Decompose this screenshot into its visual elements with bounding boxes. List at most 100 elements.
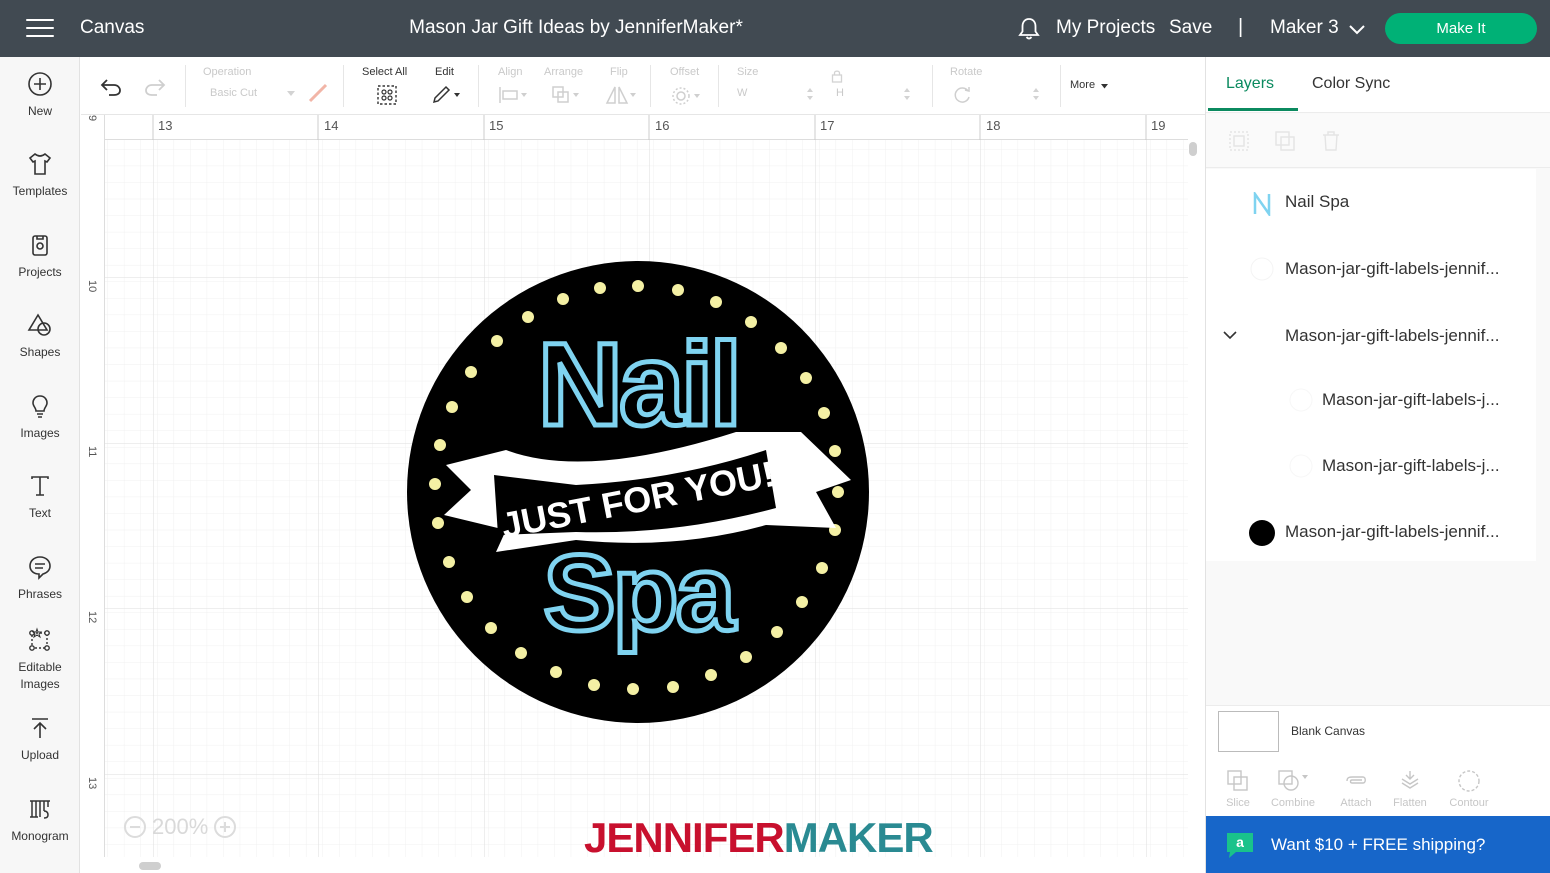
sidebar-item-projects[interactable]: Projects xyxy=(0,232,80,281)
tab-color-sync[interactable]: Color Sync xyxy=(1312,75,1390,93)
pen-color-icon[interactable] xyxy=(307,82,329,104)
border-dot xyxy=(465,366,477,378)
border-dot xyxy=(515,647,527,659)
sidebar-label: Text xyxy=(28,506,51,520)
layer-row-nail-spa[interactable]: Nail Spa xyxy=(1206,182,1536,222)
layer-row-child[interactable]: Mason-jar-gift-labels-j... xyxy=(1206,446,1536,486)
design-canvas[interactable]: Nail JUST FOR YOU! Spa JENNIFERMAKER xyxy=(81,115,1188,857)
sidebar-item-images[interactable]: Images xyxy=(0,393,80,442)
duplicate-icon[interactable] xyxy=(1274,130,1296,152)
ruler-tick-label: 13 xyxy=(86,777,98,790)
flip-label: Flip xyxy=(610,66,628,78)
zoom-in-icon[interactable] xyxy=(214,816,237,838)
slice-button[interactable]: Slice xyxy=(1220,769,1256,809)
lock-icon[interactable] xyxy=(831,69,843,83)
horizontal-scrollbar[interactable] xyxy=(139,862,161,870)
blank-layer-icon xyxy=(1289,454,1313,478)
nail-spa-design[interactable]: Nail JUST FOR YOU! Spa xyxy=(406,260,870,724)
flatten-label: Flatten xyxy=(1393,797,1427,809)
make-it-button[interactable]: Make It xyxy=(1385,13,1537,44)
layer-row-child[interactable]: Mason-jar-gift-labels-j... xyxy=(1206,380,1536,420)
width-field[interactable]: W xyxy=(737,87,747,99)
blank-canvas-swatch[interactable] xyxy=(1218,711,1279,752)
redo-icon[interactable] xyxy=(143,77,167,97)
promo-banner[interactable]: a Want $10 + FREE shipping? xyxy=(1206,816,1550,873)
sidebar-item-templates[interactable]: Templates xyxy=(0,151,80,200)
ruler-tick-label: 12 xyxy=(86,611,98,624)
combine-label: Combine xyxy=(1270,797,1316,809)
arrange-icon[interactable] xyxy=(551,85,583,105)
edit-pen-icon[interactable] xyxy=(431,85,463,105)
select-all-icon[interactable] xyxy=(376,84,398,106)
contour-button[interactable]: Contour xyxy=(1444,769,1494,809)
align-icon[interactable] xyxy=(498,85,530,105)
zoom-out-icon[interactable] xyxy=(124,816,146,838)
sidebar-item-text[interactable]: Text xyxy=(0,473,80,522)
rotate-stepper-icon[interactable] xyxy=(1032,87,1040,101)
sidebar-label: Phrases xyxy=(17,587,63,601)
chevron-down-icon[interactable] xyxy=(1223,330,1237,340)
promo-chat-icon: a xyxy=(1227,833,1253,858)
sidebar-item-editable-images[interactable]: Editable Images xyxy=(0,627,80,693)
trash-icon[interactable] xyxy=(1320,130,1342,152)
border-dot xyxy=(557,293,569,305)
machine-selector[interactable]: Maker 3 xyxy=(1270,17,1339,39)
attach-button[interactable]: Attach xyxy=(1336,769,1376,809)
save-button[interactable]: Save xyxy=(1169,17,1212,39)
sidebar-item-phrases[interactable]: Phrases xyxy=(0,554,80,603)
layer-row[interactable]: Mason-jar-gift-labels-jennif... xyxy=(1206,249,1536,289)
arrange-label: Arrange xyxy=(544,66,584,78)
sidebar-item-new[interactable]: New xyxy=(0,71,80,120)
operation-dropdown[interactable]: Basic Cut xyxy=(210,87,257,99)
zoom-control: 200% xyxy=(124,812,237,842)
border-dot xyxy=(446,401,458,413)
topbar-separator: | xyxy=(1238,16,1244,38)
border-dot xyxy=(588,679,600,691)
blank-canvas-row[interactable]: Blank Canvas xyxy=(1206,705,1550,761)
vertical-scrollbar[interactable] xyxy=(1189,142,1197,156)
chevron-down-icon[interactable] xyxy=(1348,20,1366,38)
operation-label: Operation xyxy=(203,66,252,78)
text-icon xyxy=(31,476,49,496)
jennifermaker-watermark: JENNIFERMAKER xyxy=(584,814,934,857)
layer-name: Mason-jar-gift-labels-j... xyxy=(1322,390,1500,409)
flip-icon[interactable] xyxy=(604,85,638,105)
sidebar-item-monogram[interactable]: Monogram xyxy=(0,796,80,845)
contour-label: Contour xyxy=(1449,797,1489,809)
more-menu[interactable]: More xyxy=(1070,79,1095,91)
undo-icon[interactable] xyxy=(99,77,123,97)
height-stepper-icon[interactable] xyxy=(903,87,911,101)
group-icon[interactable] xyxy=(1228,130,1250,152)
speech-bubble-icon xyxy=(29,556,51,580)
watermark-maker: MAKER xyxy=(783,814,934,857)
ruler-ticks xyxy=(152,115,1147,140)
combine-icon xyxy=(1278,770,1308,791)
edit-toolbar: Operation Basic Cut Select All Edit Alig… xyxy=(81,57,1205,115)
layer-row-group[interactable]: Mason-jar-gift-labels-jennif... xyxy=(1206,316,1536,356)
bell-icon[interactable] xyxy=(1016,16,1042,42)
plus-circle-icon xyxy=(28,72,52,96)
layer-row[interactable]: Mason-jar-gift-labels-jennif... xyxy=(1206,512,1536,552)
panel-tabs: Layers Color Sync xyxy=(1206,57,1550,113)
border-dot xyxy=(627,683,639,695)
height-field[interactable]: H xyxy=(836,87,844,99)
offset-icon[interactable] xyxy=(670,85,704,107)
border-dot xyxy=(710,296,722,308)
sidebar-label: New xyxy=(27,104,52,118)
border-dot xyxy=(485,622,497,634)
flatten-button[interactable]: Flatten xyxy=(1390,769,1430,809)
edit-label: Edit xyxy=(435,66,454,78)
shapes-icon xyxy=(27,313,51,336)
my-projects-link[interactable]: My Projects xyxy=(1056,17,1155,39)
sidebar-item-shapes[interactable]: Shapes xyxy=(0,312,80,361)
combine-button[interactable]: Combine xyxy=(1268,769,1318,809)
layer-name: Mason-jar-gift-labels-jennif... xyxy=(1285,259,1500,278)
width-stepper-icon[interactable] xyxy=(806,87,814,101)
toolbar-divider xyxy=(478,65,479,107)
border-dot xyxy=(800,372,812,384)
rotate-icon[interactable] xyxy=(951,85,973,105)
tab-layers[interactable]: Layers xyxy=(1226,75,1274,93)
sidebar-item-upload[interactable]: Upload xyxy=(0,715,80,764)
sidebar-label: Images xyxy=(20,677,60,691)
border-dot xyxy=(818,407,830,419)
